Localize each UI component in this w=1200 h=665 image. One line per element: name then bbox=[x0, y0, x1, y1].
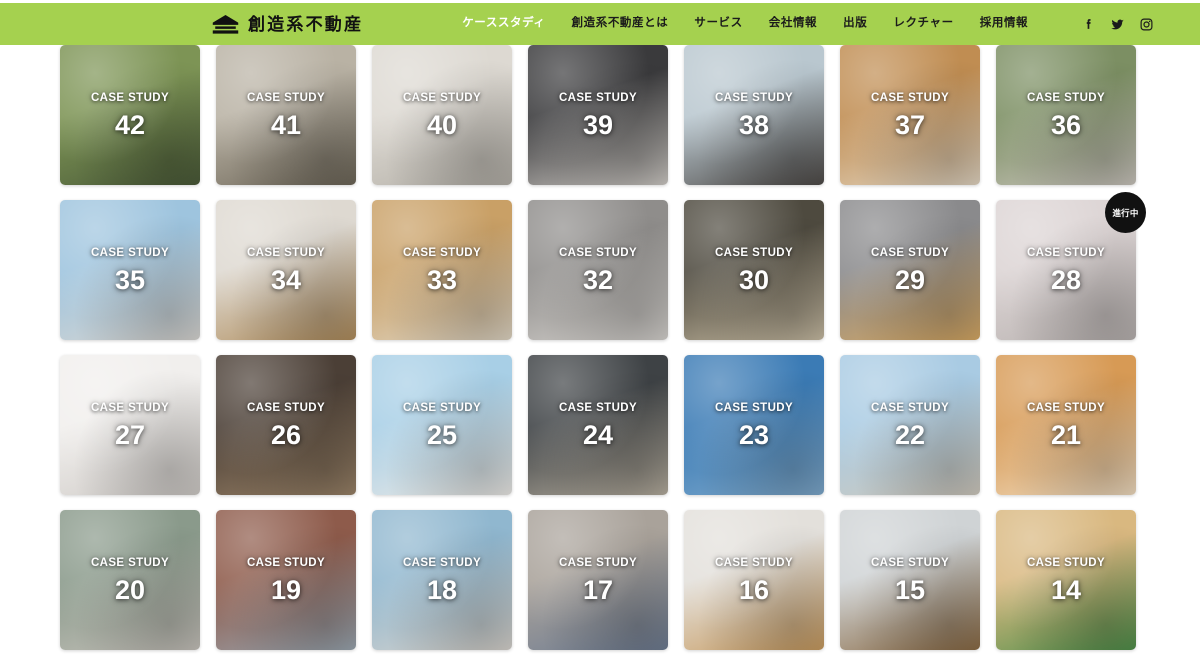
case-thumbnail bbox=[996, 510, 1136, 650]
case-study-card[interactable]: CASE STUDY 37 bbox=[840, 45, 980, 185]
case-row: CASE STUDY 27 CASE STUDY 26 CASE STUDY 2… bbox=[60, 355, 1140, 495]
case-thumbnail bbox=[840, 200, 980, 340]
case-study-card[interactable]: CASE STUDY 21 bbox=[996, 355, 1136, 495]
case-thumbnail bbox=[996, 45, 1136, 185]
case-thumbnail bbox=[216, 45, 356, 185]
case-thumbnail bbox=[684, 45, 824, 185]
case-thumbnail bbox=[528, 510, 668, 650]
case-thumbnail bbox=[372, 45, 512, 185]
case-thumbnail bbox=[216, 200, 356, 340]
nav-item-recruit[interactable]: 採用情報 bbox=[967, 18, 1041, 30]
case-thumbnail bbox=[216, 355, 356, 495]
case-thumbnail bbox=[996, 355, 1136, 495]
case-thumbnail bbox=[60, 355, 200, 495]
case-study-card[interactable]: CASE STUDY 18 bbox=[372, 510, 512, 650]
facebook-icon[interactable] bbox=[1081, 17, 1096, 32]
case-thumbnail bbox=[372, 355, 512, 495]
case-thumbnail bbox=[684, 200, 824, 340]
nav-item-lecture[interactable]: レクチャー bbox=[880, 18, 966, 30]
case-study-card[interactable]: CASE STUDY 40 bbox=[372, 45, 512, 185]
case-study-card[interactable]: CASE STUDY 20 bbox=[60, 510, 200, 650]
case-study-card[interactable]: CASE STUDY 32 bbox=[528, 200, 668, 340]
case-study-card[interactable]: CASE STUDY 27 bbox=[60, 355, 200, 495]
case-study-card[interactable]: CASE STUDY 25 bbox=[372, 355, 512, 495]
instagram-icon[interactable] bbox=[1139, 17, 1154, 32]
case-study-card[interactable]: CASE STUDY 38 bbox=[684, 45, 824, 185]
case-study-card[interactable]: CASE STUDY 23 bbox=[684, 355, 824, 495]
case-row: CASE STUDY 20 CASE STUDY 19 CASE STUDY 1… bbox=[60, 510, 1140, 650]
case-study-card[interactable]: CASE STUDY 16 bbox=[684, 510, 824, 650]
case-study-card[interactable]: CASE STUDY 15 bbox=[840, 510, 980, 650]
case-thumbnail bbox=[216, 510, 356, 650]
case-thumbnail bbox=[528, 355, 668, 495]
case-thumbnail bbox=[684, 510, 824, 650]
site-header: 創造系不動産 ケーススタディ 創造系不動産とは サービス 会社情報 出版 レクチ… bbox=[0, 3, 1200, 45]
case-thumbnail bbox=[684, 355, 824, 495]
case-study-card[interactable]: CASE STUDY 34 bbox=[216, 200, 356, 340]
case-row: CASE STUDY 42 CASE STUDY 41 CASE STUDY 4… bbox=[60, 45, 1140, 185]
case-study-card[interactable]: CASE STUDY 42 bbox=[60, 45, 200, 185]
case-row: CASE STUDY 35 CASE STUDY 34 CASE STUDY 3… bbox=[60, 192, 1146, 340]
brand-logo[interactable]: 創造系不動産 bbox=[212, 14, 364, 34]
case-study-card[interactable]: CASE STUDY 39 bbox=[528, 45, 668, 185]
case-study-gallery: CASE STUDY 42 CASE STUDY 41 CASE STUDY 4… bbox=[0, 45, 1200, 665]
twitter-icon[interactable] bbox=[1110, 17, 1125, 32]
case-study-card[interactable]: CASE STUDY 41 bbox=[216, 45, 356, 185]
case-study-card[interactable]: CASE STUDY 29 bbox=[840, 200, 980, 340]
case-study-card[interactable]: CASE STUDY 30 bbox=[684, 200, 824, 340]
social-links bbox=[1081, 17, 1154, 32]
case-study-card[interactable]: CASE STUDY 28 進行中 bbox=[996, 192, 1146, 340]
case-thumbnail bbox=[528, 200, 668, 340]
case-thumbnail bbox=[840, 355, 980, 495]
nav-item-case-study[interactable]: ケーススタディ bbox=[449, 18, 558, 30]
status-badge[interactable]: 進行中 bbox=[1105, 192, 1146, 233]
brand-name: 創造系不動産 bbox=[248, 14, 364, 34]
nav-item-about[interactable]: 創造系不動産とは bbox=[559, 18, 682, 30]
case-study-card[interactable]: CASE STUDY 19 bbox=[216, 510, 356, 650]
case-study-card[interactable]: CASE STUDY 14 bbox=[996, 510, 1136, 650]
case-study-card[interactable]: CASE STUDY 22 bbox=[840, 355, 980, 495]
case-study-card[interactable]: CASE STUDY 35 bbox=[60, 200, 200, 340]
nav-item-service[interactable]: サービス bbox=[681, 18, 755, 30]
case-thumbnail bbox=[60, 45, 200, 185]
nav-item-publishing[interactable]: 出版 bbox=[830, 18, 880, 30]
case-study-card[interactable]: CASE STUDY 36 bbox=[996, 45, 1136, 185]
case-thumbnail bbox=[60, 510, 200, 650]
case-study-card[interactable]: CASE STUDY 26 bbox=[216, 355, 356, 495]
case-study-card[interactable]: CASE STUDY 24 bbox=[528, 355, 668, 495]
case-study-card[interactable]: CASE STUDY 33 bbox=[372, 200, 512, 340]
case-thumbnail bbox=[528, 45, 668, 185]
case-thumbnail bbox=[372, 200, 512, 340]
main-navigation: ケーススタディ 創造系不動産とは サービス 会社情報 出版 レクチャー 採用情報 bbox=[449, 18, 1041, 30]
case-thumbnail bbox=[840, 45, 980, 185]
case-thumbnail bbox=[840, 510, 980, 650]
case-thumbnail bbox=[372, 510, 512, 650]
case-study-card[interactable]: CASE STUDY 17 bbox=[528, 510, 668, 650]
house-logo-icon bbox=[212, 14, 239, 34]
nav-item-company-info[interactable]: 会社情報 bbox=[756, 18, 830, 30]
case-thumbnail bbox=[60, 200, 200, 340]
